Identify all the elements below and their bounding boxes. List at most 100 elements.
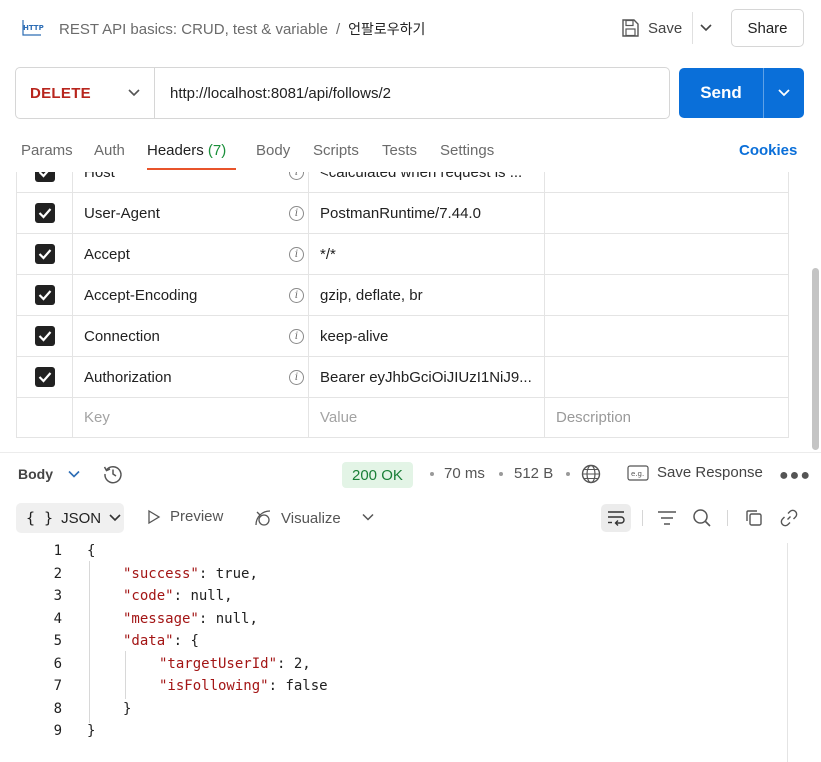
info-icon[interactable]: i bbox=[289, 172, 304, 180]
header-key[interactable]: Accept-Encoding i bbox=[73, 275, 309, 315]
response-body-code[interactable]: 1{2 "success": true, 3 "code": null, 4 "messa… bbox=[0, 543, 790, 762]
header-value[interactable]: gzip, deflate, br bbox=[309, 275, 545, 315]
code-text: { bbox=[87, 543, 96, 559]
history-icon[interactable] bbox=[102, 463, 124, 485]
line-number: 6 bbox=[53, 655, 62, 672]
table-row: User-Agent i PostmanRuntime/7.44.0 bbox=[17, 193, 788, 234]
link-button[interactable] bbox=[774, 504, 804, 532]
header-key[interactable]: User-Agent i bbox=[73, 193, 309, 233]
line-number: 4 bbox=[53, 610, 62, 627]
cookies-link[interactable]: Cookies bbox=[739, 142, 797, 159]
chevron-down-icon[interactable] bbox=[361, 510, 375, 524]
checkbox-checked-icon[interactable] bbox=[34, 244, 55, 264]
format-select[interactable]: { } JSON bbox=[16, 503, 124, 533]
code-text: "message": null, bbox=[123, 610, 258, 627]
globe-icon[interactable] bbox=[580, 463, 602, 485]
wrap-lines-button[interactable] bbox=[601, 504, 631, 532]
code-text: } bbox=[87, 723, 96, 739]
row-checkbox-cell bbox=[17, 275, 73, 315]
chevron-down-icon bbox=[699, 24, 712, 32]
method-select[interactable]: DELETE bbox=[16, 68, 155, 118]
header-description[interactable] bbox=[545, 275, 788, 315]
header-value[interactable]: <calculated when request is ... bbox=[309, 172, 545, 192]
more-icon[interactable]: ●●● bbox=[779, 467, 811, 485]
braces-icon: { } bbox=[26, 509, 54, 527]
preview-label: Preview bbox=[170, 508, 224, 525]
line-number: 8 bbox=[53, 700, 62, 717]
visualize-button[interactable]: Visualize bbox=[253, 508, 341, 528]
info-icon[interactable]: i bbox=[289, 247, 304, 262]
header-key-text: Connection bbox=[84, 327, 160, 345]
headers-table: Host i <calculated when request is ... User… bbox=[16, 172, 789, 438]
header-key[interactable]: Connection i bbox=[73, 316, 309, 356]
toolbar-divider bbox=[727, 510, 728, 526]
line-number: 7 bbox=[53, 678, 62, 694]
tab-scripts[interactable]: Scripts bbox=[313, 142, 359, 159]
code-text: "data": { bbox=[123, 633, 199, 649]
meta-separator bbox=[499, 472, 503, 476]
info-icon[interactable]: i bbox=[289, 329, 304, 344]
header-description[interactable] bbox=[545, 316, 788, 356]
scrollbar[interactable] bbox=[812, 268, 819, 450]
response-size[interactable]: 512 B bbox=[514, 465, 553, 482]
active-tab-indicator bbox=[147, 168, 236, 170]
header-key[interactable]: Authorization i bbox=[73, 357, 309, 397]
header-description[interactable] bbox=[545, 357, 788, 397]
tab-auth[interactable]: Auth bbox=[94, 142, 125, 159]
tab-body[interactable]: Body bbox=[256, 142, 290, 159]
header-description[interactable] bbox=[545, 172, 788, 192]
info-icon[interactable]: i bbox=[289, 370, 304, 385]
header-value[interactable]: keep-alive bbox=[309, 316, 545, 356]
search-button[interactable] bbox=[687, 504, 717, 532]
checkbox-checked-icon[interactable] bbox=[34, 203, 55, 223]
tab-tests[interactable]: Tests bbox=[382, 142, 417, 159]
chevron-down-icon bbox=[778, 89, 790, 97]
tab-params[interactable]: Params bbox=[21, 142, 73, 159]
save-options-button[interactable] bbox=[692, 12, 718, 44]
checkbox-checked-icon[interactable] bbox=[34, 326, 55, 346]
meta-separator bbox=[430, 472, 434, 476]
checkbox-checked-icon[interactable] bbox=[34, 285, 55, 305]
key-input[interactable]: Key bbox=[73, 397, 309, 437]
send-button-group: Send bbox=[679, 68, 804, 118]
header-key[interactable]: Host i bbox=[73, 172, 309, 192]
filter-button[interactable] bbox=[652, 504, 682, 532]
checkbox-checked-icon[interactable] bbox=[34, 172, 55, 182]
header-value[interactable]: */* bbox=[309, 234, 545, 274]
share-button[interactable]: Share bbox=[731, 9, 804, 47]
response-body-label[interactable]: Body bbox=[18, 466, 53, 482]
code-text: "isFollowing": false bbox=[159, 678, 328, 694]
table-row-new: Key Value Description bbox=[17, 397, 788, 437]
line-number: 1 bbox=[53, 543, 62, 559]
header-value[interactable]: Bearer eyJhbGciOiJIUzI1NiJ9... bbox=[309, 357, 545, 397]
line-number: 5 bbox=[53, 633, 62, 649]
description-input[interactable]: Description bbox=[545, 397, 788, 437]
send-button[interactable]: Send bbox=[679, 68, 763, 118]
value-input[interactable]: Value bbox=[309, 397, 545, 437]
preview-play-icon bbox=[148, 509, 161, 524]
status-badge[interactable]: 200 OK bbox=[342, 462, 413, 488]
table-row: Accept-Encoding i gzip, deflate, br bbox=[17, 275, 788, 316]
save-button[interactable]: Save bbox=[614, 12, 688, 44]
copy-button[interactable] bbox=[739, 504, 769, 532]
save-response-button[interactable]: e.g. Save Response bbox=[627, 464, 763, 481]
tab-settings[interactable]: Settings bbox=[440, 142, 494, 159]
response-time[interactable]: 70 ms bbox=[444, 465, 485, 482]
request-title[interactable]: 언팔로우하기 bbox=[348, 22, 425, 38]
header-key[interactable]: Accept i bbox=[73, 234, 309, 274]
header-description[interactable] bbox=[545, 234, 788, 274]
code-line: 8} bbox=[0, 701, 790, 723]
info-icon[interactable]: i bbox=[289, 206, 304, 221]
info-icon[interactable]: i bbox=[289, 288, 304, 303]
chevron-down-icon[interactable] bbox=[67, 467, 81, 481]
breadcrumb-collection[interactable]: REST API basics: CRUD, test & variable bbox=[59, 21, 328, 38]
url-input[interactable]: http://localhost:8081/api/follows/2 bbox=[155, 68, 669, 118]
preview-button[interactable]: Preview bbox=[146, 508, 223, 525]
send-options-button[interactable] bbox=[763, 68, 804, 118]
header-description[interactable] bbox=[545, 193, 788, 233]
header-value[interactable]: PostmanRuntime/7.44.0 bbox=[309, 193, 545, 233]
tab-headers[interactable]: Headers (7) bbox=[147, 142, 226, 159]
tab-headers-count: (7) bbox=[207, 142, 227, 159]
save-icon bbox=[622, 19, 639, 37]
checkbox-checked-icon[interactable] bbox=[34, 367, 55, 387]
